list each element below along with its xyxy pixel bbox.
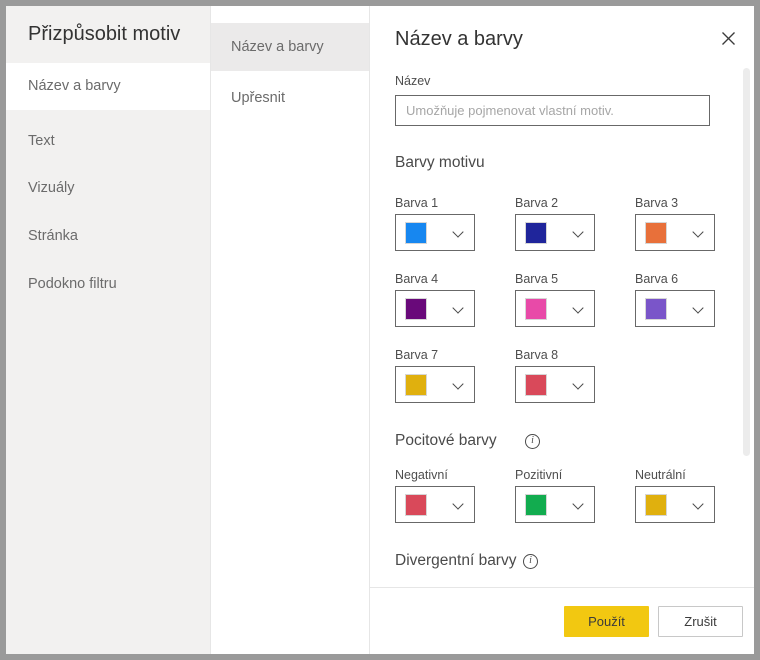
color-7-dropdown[interactable] — [395, 366, 475, 403]
sidebar-item-text[interactable]: Text — [6, 118, 210, 165]
theme-colors-heading: Barvy motivu — [395, 154, 485, 171]
detail-panel: Název a barvy Název Barvy motivu Barva 1… — [370, 6, 754, 654]
sidebar-item-label: Stránka — [28, 228, 78, 244]
color-4-dropdown[interactable] — [395, 290, 475, 327]
chevron-down-icon — [574, 500, 585, 511]
chevron-down-icon — [694, 500, 705, 511]
subnav-item-upresnit[interactable]: Upřesnit — [211, 74, 369, 122]
color-8-label: Barva 8 — [515, 348, 559, 362]
color-1-label: Barva 1 — [395, 196, 439, 210]
sentiment-negative-dropdown[interactable] — [395, 486, 475, 523]
sentiment-negative-swatch — [405, 494, 427, 516]
sidebar-item-nazev-a-barvy[interactable]: Název a barvy — [6, 63, 210, 110]
chevron-down-icon — [694, 228, 705, 239]
divergent-info-icon[interactable]: i — [523, 554, 538, 569]
sentiment-colors-heading: Pocitové barvy — [395, 432, 497, 449]
sidebar-item-label: Podokno filtru — [28, 276, 117, 292]
color-6-label: Barva 6 — [635, 272, 679, 286]
chevron-down-icon — [574, 380, 585, 391]
sentiment-positive-swatch — [525, 494, 547, 516]
chevron-down-icon — [454, 500, 465, 511]
color-3-dropdown[interactable] — [635, 214, 715, 251]
chevron-down-icon — [454, 304, 465, 315]
sentiment-neutral-dropdown[interactable] — [635, 486, 715, 523]
chevron-down-icon — [454, 228, 465, 239]
sentiment-info-icon[interactable]: i — [525, 434, 540, 449]
cancel-button[interactable]: Zrušit — [658, 606, 743, 637]
sidebar: Přizpůsobit motiv Název a barvy Text Viz… — [6, 6, 210, 654]
color-4-label: Barva 4 — [395, 272, 439, 286]
color-8-swatch — [525, 374, 547, 396]
chevron-down-icon — [574, 228, 585, 239]
sidebar-item-podokno-filtru[interactable]: Podokno filtru — [6, 261, 210, 308]
panel-content: Název Barvy motivu Barva 1 Barva 2 Barva… — [370, 62, 754, 586]
color-5-dropdown[interactable] — [515, 290, 595, 327]
sentiment-neutral-swatch — [645, 494, 667, 516]
color-4-swatch — [405, 298, 427, 320]
panel-title: Název a barvy — [395, 28, 523, 50]
color-3-label: Barva 3 — [635, 196, 679, 210]
sentiment-positive-label: Pozitivní — [515, 468, 563, 482]
name-field-label: Název — [395, 74, 431, 88]
chevron-down-icon — [694, 304, 705, 315]
color-2-swatch — [525, 222, 547, 244]
customize-theme-dialog: Přizpůsobit motiv Název a barvy Text Viz… — [6, 6, 754, 654]
divergent-colors-heading: Divergentní barvy — [395, 552, 517, 569]
chevron-down-icon — [574, 304, 585, 315]
apply-button[interactable]: Použít — [564, 606, 649, 637]
color-8-dropdown[interactable] — [515, 366, 595, 403]
name-input[interactable] — [395, 95, 710, 126]
color-1-dropdown[interactable] — [395, 214, 475, 251]
subnav-item-nazev-a-barvy[interactable]: Název a barvy — [211, 23, 369, 71]
subnav-column: Název a barvy Upřesnit — [210, 6, 370, 654]
color-5-label: Barva 5 — [515, 272, 559, 286]
color-3-swatch — [645, 222, 667, 244]
sentiment-positive-dropdown[interactable] — [515, 486, 595, 523]
color-2-label: Barva 2 — [515, 196, 559, 210]
color-7-swatch — [405, 374, 427, 396]
color-5-swatch — [525, 298, 547, 320]
color-6-dropdown[interactable] — [635, 290, 715, 327]
sentiment-neutral-label: Neutrální — [635, 468, 686, 482]
dialog-title: Přizpůsobit motiv — [28, 23, 181, 45]
sidebar-item-label: Text — [28, 133, 55, 149]
color-1-swatch — [405, 222, 427, 244]
sidebar-item-vizualy[interactable]: Vizuály — [6, 165, 210, 212]
sidebar-item-label: Název a barvy — [28, 78, 121, 94]
dialog-footer: Použít Zrušit — [370, 587, 754, 654]
subnav-item-label: Název a barvy — [231, 39, 324, 55]
color-7-label: Barva 7 — [395, 348, 439, 362]
sentiment-negative-label: Negativní — [395, 468, 448, 482]
sidebar-item-label: Vizuály — [28, 180, 75, 196]
sidebar-item-stranka[interactable]: Stránka — [6, 213, 210, 260]
color-2-dropdown[interactable] — [515, 214, 595, 251]
close-icon[interactable] — [716, 26, 740, 50]
subnav-item-label: Upřesnit — [231, 90, 285, 106]
color-6-swatch — [645, 298, 667, 320]
chevron-down-icon — [454, 380, 465, 391]
